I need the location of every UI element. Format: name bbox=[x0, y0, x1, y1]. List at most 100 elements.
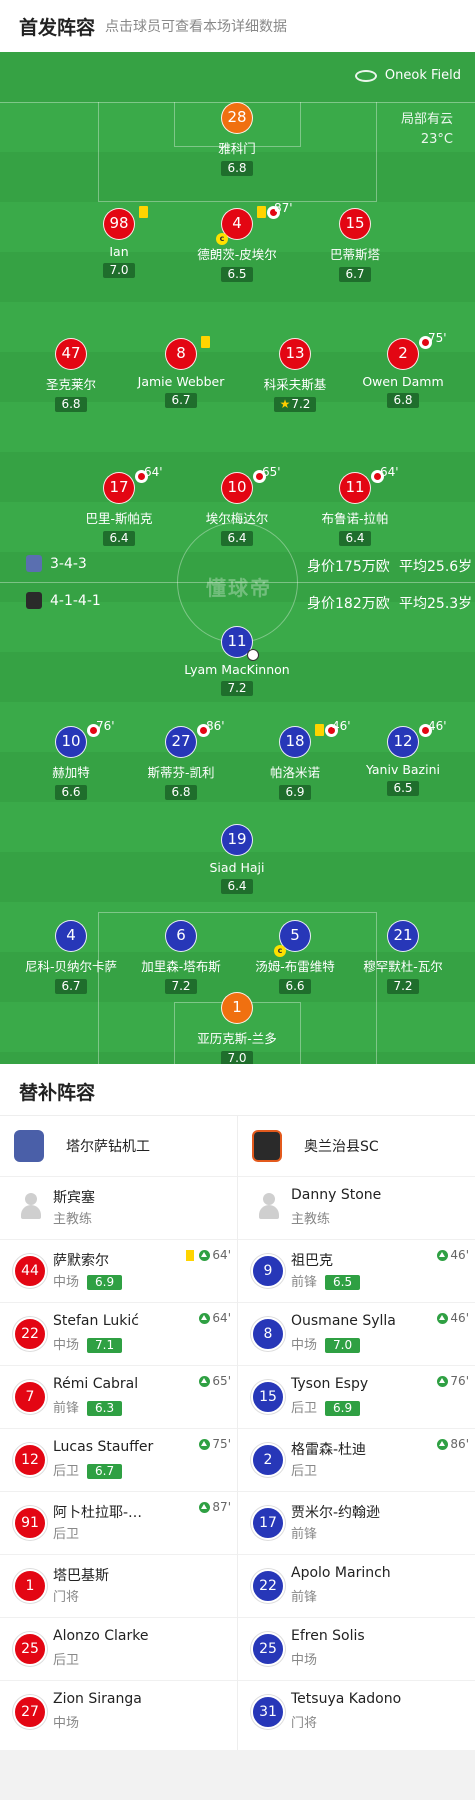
sub-minute: 46' bbox=[450, 1248, 469, 1262]
sub-name: 塔巴基斯 bbox=[53, 1568, 109, 1584]
sub-position: 前锋 bbox=[291, 1590, 318, 1605]
player-away-6[interactable]: 4 尼科-贝纳尔卡萨 6.7 bbox=[16, 920, 126, 994]
player-away-2[interactable]: 27 86' 斯蒂芬-凯利 6.8 bbox=[126, 719, 236, 800]
lineup-subtitle: 点击球员可查看本场详细数据 bbox=[105, 19, 287, 35]
player-away-7[interactable]: 6 加里森-塔布斯 7.2 bbox=[126, 920, 236, 994]
player-home-1[interactable]: 98 Ian 7.0 bbox=[64, 206, 174, 278]
player-rating: 6.4 bbox=[221, 531, 253, 546]
player-number: 11 bbox=[345, 478, 365, 496]
sub-on-icon bbox=[199, 1501, 211, 1513]
sub-event: 64' bbox=[199, 1311, 231, 1325]
away-subs-column: 奥兰治县SC Danny Stone 主教练 9 祖巴克 前锋 6.5 46' 8 Ousm… bbox=[238, 1116, 475, 1750]
coach-avatar-icon bbox=[15, 1191, 45, 1223]
player-home-10[interactable]: 11 64' 布鲁诺-拉帕 6.4 bbox=[300, 465, 410, 546]
player-away-1[interactable]: 10 76' 赫加特 6.6 bbox=[16, 719, 126, 800]
captain-icon: c bbox=[216, 233, 228, 245]
player-number: 18 bbox=[285, 732, 305, 750]
player-number: 5 bbox=[290, 926, 300, 944]
sub-position-line: 前锋 6.3 bbox=[53, 1397, 123, 1416]
sub-name: Tetsuya Kadono bbox=[291, 1691, 402, 1707]
away-sub-row[interactable]: 9 祖巴克 前锋 6.5 46' bbox=[238, 1239, 475, 1302]
sub-name: Lucas Stauffer bbox=[53, 1439, 154, 1455]
subs-header: 替补阵容 bbox=[0, 1064, 475, 1116]
home-coach-row[interactable]: 斯宾塞 主教练 bbox=[0, 1176, 237, 1239]
player-rating: 6.8 bbox=[221, 161, 253, 176]
sub-on-icon bbox=[437, 1249, 449, 1261]
home-team-header[interactable]: 塔尔萨钻机工 bbox=[14, 1130, 150, 1162]
sub-event: 64' bbox=[186, 1248, 231, 1262]
player-home-5[interactable]: 8 Jamie Webber 6.7 bbox=[126, 336, 236, 408]
sub-position: 中场 bbox=[53, 1338, 80, 1353]
player-name: 帕洛米诺 bbox=[269, 765, 320, 780]
player-away-4[interactable]: 12 46' Yaniv Bazini 6.5 bbox=[348, 719, 458, 796]
sub-position-line: 后卫 6.9 bbox=[291, 1397, 361, 1416]
sub-rating: 6.9 bbox=[325, 1401, 361, 1416]
away-team-header[interactable]: 奥兰治县SC bbox=[252, 1130, 379, 1162]
sub-minute: 46' bbox=[428, 719, 447, 733]
sub-number: 91 bbox=[13, 1506, 47, 1540]
player-number: 15 bbox=[339, 208, 371, 240]
home-sub-row[interactable]: 22 Stefan Lukić 中场 7.1 64' bbox=[0, 1302, 237, 1365]
player-name: 赫加特 bbox=[52, 765, 90, 780]
player-away-0[interactable]: 11 Lyam MacKinnon 7.2 bbox=[182, 626, 292, 696]
player-home-2[interactable]: 4c 87' 德朗茨-皮埃尔 6.5 bbox=[182, 201, 293, 282]
sub-position-line: 中场 6.9 bbox=[53, 1271, 123, 1290]
player-home-3[interactable]: 15 巴蒂斯塔 6.7 bbox=[300, 208, 410, 282]
sub-number: 22 bbox=[251, 1569, 285, 1603]
sub-name: Ousmane Sylla bbox=[291, 1313, 396, 1329]
home-sub-row[interactable]: 27 Zion Siranga 中场 bbox=[0, 1680, 237, 1743]
sub-number: 15 bbox=[251, 1380, 285, 1414]
sub-number: 1 bbox=[13, 1569, 47, 1603]
sub-on-icon bbox=[199, 1249, 211, 1261]
sub-position: 前锋 bbox=[291, 1275, 318, 1290]
player-home-4[interactable]: 47 圣克莱尔 6.8 bbox=[16, 338, 126, 412]
player-name: Yaniv Bazini bbox=[365, 762, 440, 777]
away-coach-row[interactable]: Danny Stone 主教练 bbox=[238, 1176, 475, 1239]
away-sub-row[interactable]: 15 Tyson Espy 后卫 6.9 76' bbox=[238, 1365, 475, 1428]
sub-on-icon bbox=[199, 1438, 211, 1450]
player-number: 47 bbox=[55, 338, 87, 370]
player-name: 圣克莱尔 bbox=[45, 377, 96, 392]
player-home-7[interactable]: 2 75' Owen Damm 6.8 bbox=[348, 331, 458, 408]
sub-position: 门将 bbox=[53, 1590, 80, 1605]
sub-number: 7 bbox=[13, 1380, 47, 1414]
sub-on-icon bbox=[199, 1375, 211, 1387]
home-sub-row[interactable]: 91 阿卜杜拉耶-… 后卫 87' bbox=[0, 1491, 237, 1554]
home-sub-row[interactable]: 25 Alonzo Clarke 后卫 bbox=[0, 1617, 237, 1680]
sub-position: 后卫 bbox=[53, 1653, 80, 1668]
sub-minute: 64' bbox=[212, 1311, 231, 1325]
player-away-8[interactable]: 5c 汤姆-布雷维特 6.6 bbox=[240, 920, 350, 994]
away-age: 平均25.3岁 bbox=[399, 596, 473, 612]
away-sub-row[interactable]: 31 Tetsuya Kadono 门将 bbox=[238, 1680, 475, 1743]
player-rating: 6.4 bbox=[103, 531, 135, 546]
player-home-9[interactable]: 10 65' 埃尔梅达尔 6.4 bbox=[182, 465, 292, 546]
away-sub-row[interactable]: 25 Efren Solis 中场 bbox=[238, 1617, 475, 1680]
player-rating: 6.4 bbox=[221, 879, 253, 894]
home-sub-row[interactable]: 7 Rémi Cabral 前锋 6.3 65' bbox=[0, 1365, 237, 1428]
player-home-0[interactable]: 28 雅科门 6.8 bbox=[182, 102, 292, 176]
sub-minute: 65' bbox=[212, 1374, 231, 1388]
sub-number: 25 bbox=[13, 1632, 47, 1666]
sub-position: 中场 bbox=[53, 1716, 80, 1731]
sub-name: Stefan Lukić bbox=[53, 1313, 139, 1329]
home-sub-row[interactable]: 1 塔巴基斯门将 bbox=[0, 1554, 237, 1617]
sub-position-line: 后卫 6.7 bbox=[53, 1460, 123, 1479]
away-sub-row[interactable]: 8 Ousmane Sylla 中场 7.0 46' bbox=[238, 1302, 475, 1365]
player-away-5[interactable]: 19 Siad Haji 6.4 bbox=[182, 824, 292, 894]
coach-avatar-icon bbox=[253, 1191, 283, 1223]
player-home-8[interactable]: 17 64' 巴里-斯帕克 6.4 bbox=[64, 465, 174, 546]
home-sub-row[interactable]: 44 萨默索尔 中场 6.9 64' bbox=[0, 1239, 237, 1302]
player-number: 13 bbox=[279, 338, 311, 370]
away-sub-row[interactable]: 2 格雷森-杜迪 后卫 86' bbox=[238, 1428, 475, 1491]
away-sub-row[interactable]: 17 贾米尔-约翰逊 前锋 bbox=[238, 1491, 475, 1554]
player-away-9[interactable]: 21 穆罕默杜-瓦尔 7.2 bbox=[348, 920, 458, 994]
sub-name: 祖巴克 bbox=[291, 1253, 333, 1269]
player-away-10[interactable]: 1 亚历克斯-兰多 7.0 bbox=[182, 992, 292, 1064]
player-away-3[interactable]: 18 46' 帕洛米诺 6.9 bbox=[240, 719, 351, 800]
home-sub-row[interactable]: 12 Lucas Stauffer 后卫 6.7 75' bbox=[0, 1428, 237, 1491]
sub-position-line: 后卫 bbox=[53, 1649, 79, 1668]
away-sub-row[interactable]: 22 Apolo Marinch 前锋 bbox=[238, 1554, 475, 1617]
subs-title: 替补阵容 bbox=[19, 1082, 96, 1104]
pitch: Oneok Field 局部有云 23°C 懂球帝 28 雅科门 6.8 98 … bbox=[0, 52, 475, 1064]
player-home-6[interactable]: 13 科采夫斯基 7.2 bbox=[240, 338, 350, 412]
